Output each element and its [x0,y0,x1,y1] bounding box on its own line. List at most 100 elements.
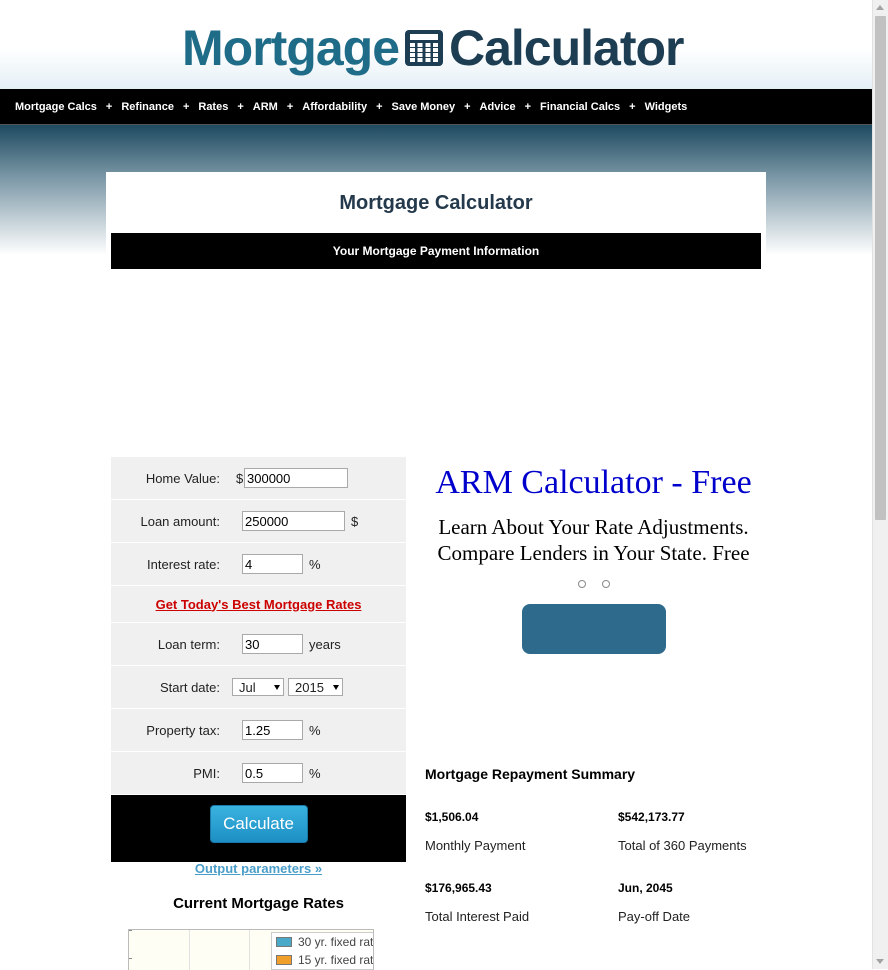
nav-item-affordability[interactable]: Affordability [302,101,367,113]
nav-separator: + [629,100,636,113]
best-rates-row: Get Today's Best Mortgage Rates [111,586,406,623]
pmi-row: PMI: % [111,752,406,795]
years-suffix: years [309,636,341,652]
property-tax-label: Property tax: [146,722,220,738]
nav-separator: + [105,100,113,113]
chart-axis-tick [129,958,132,959]
current-rates-title: Current Mortgage Rates [173,895,344,912]
nav-item-widgets[interactable]: Widgets [645,101,688,113]
chevron-down-icon [333,684,339,690]
total-payments-label: Total of 360 Payments [618,838,747,853]
summary-total-payments: $542,173.77 Total of 360 Payments [618,810,765,853]
summary-total-interest: $176,965.43 Total Interest Paid [425,881,618,924]
loan-term-row: Loan term: years [111,623,406,666]
start-date-label: Start date: [160,679,220,695]
monthly-payment-label: Monthly Payment [425,838,526,853]
pmi-input[interactable] [242,763,303,783]
payoff-date-value: Jun, 2045 [618,881,673,895]
mortgage-form: Home Value: $ Loan amount: $ Interest ra… [111,457,406,863]
nav-item-mortgage-calcs[interactable]: Mortgage Calcs [15,101,97,113]
legend-label-15yr: 15 yr. fixed rate [298,953,374,967]
rates-chart-legend: 30 yr. fixed rate 15 yr. fixed rate [271,932,374,970]
chevron-down-icon [274,684,280,690]
nav-item-arm[interactable]: ARM [253,101,278,113]
calculate-bar: Calculate [111,795,406,862]
nav-separator: + [182,100,190,113]
home-value-label: Home Value: [145,470,220,486]
carousel-dot[interactable] [577,580,586,588]
pmi-label: PMI: [193,765,220,781]
monthly-payment-value: $1,506.04 [425,810,479,824]
page-scrollbar[interactable] [872,0,888,969]
ad-button[interactable] [521,604,666,654]
nav-separator: + [524,100,532,113]
interest-rate-label: Interest rate: [147,556,220,572]
legend-label-30yr: 30 yr. fixed rate [298,935,374,949]
start-year-select[interactable]: 2015 [288,678,343,696]
nav-item-rates[interactable]: Rates [198,101,228,113]
main-nav: Mortgage Calcs + Refinance + Rates + ARM… [0,89,872,125]
output-parameters-link[interactable]: Output parameters » [111,861,406,876]
loan-term-label: Loan term: [157,636,220,652]
loan-amount-row: Loan amount: $ [111,500,406,543]
scrollbar-thumb[interactable] [875,16,886,520]
total-payments-value: $542,173.77 [618,810,685,824]
summary-payoff-date: Jun, 2045 Pay-off Date [618,881,765,924]
total-interest-label: Total Interest Paid [425,909,530,924]
summary-grid: $1,506.04 Monthly Payment $542,173.77 To… [425,810,765,924]
calculator-icon [405,30,443,66]
nav-item-financial-calcs[interactable]: Financial Calcs [540,101,620,113]
chart-axis-tick [129,930,132,931]
home-value-row: Home Value: $ [111,457,406,500]
property-tax-input[interactable] [242,720,303,740]
ad-title-link[interactable]: ARM Calculator - Free [426,462,761,504]
nav-item-save-money[interactable]: Save Money [392,101,456,113]
interest-rate-input[interactable] [242,554,303,574]
chart-gridline [189,930,190,970]
percent-suffix: % [309,765,321,781]
nav-item-refinance[interactable]: Refinance [121,101,174,113]
nav-separator: + [464,100,471,113]
loan-term-input[interactable] [242,634,303,654]
carousel-dot[interactable] [601,580,610,588]
ad-text: Learn About Your Rate Adjustments. Compa… [437,515,750,565]
legend-swatch-30yr [276,937,292,947]
loan-amount-input[interactable] [242,511,345,531]
best-rates-link[interactable]: Get Today's Best Mortgage Rates [156,597,362,612]
scroll-up-icon[interactable] [876,5,884,10]
current-rates-chart: 30 yr. fixed rate 15 yr. fixed rate [128,929,374,970]
calculator-card: Mortgage Calculator Your Mortgage Paymen… [106,172,766,970]
interest-rate-row: Interest rate: % [111,543,406,586]
page-title: Mortgage Calculator [339,192,533,214]
nav-item-advice[interactable]: Advice [480,101,516,113]
repayment-summary: Mortgage Repayment Summary $1,506.04 Mon… [425,766,765,924]
site-header: Mortgage Calculator [0,0,872,89]
arm-ad: ARM Calculator - Free Learn About Your R… [426,462,761,654]
summary-monthly-payment: $1,506.04 Monthly Payment [425,810,618,853]
payment-info-bar: Your Mortgage Payment Information [111,233,761,269]
logo-word-calculator: Calculator [449,20,685,76]
chart-gridline [249,930,250,970]
percent-suffix: % [309,722,321,738]
scroll-down-icon[interactable] [876,959,884,964]
total-interest-value: $176,965.43 [425,881,492,895]
nav-separator: + [286,100,294,113]
home-value-input[interactable] [244,468,348,488]
start-month-value: Jul [239,679,256,695]
calculate-button[interactable]: Calculate [209,805,308,843]
payoff-date-label: Pay-off Date [618,909,691,924]
loan-amount-label: Loan amount: [140,513,220,529]
site-logo[interactable]: Mortgage Calculator [182,20,685,76]
ad-carousel-dots [426,580,761,592]
start-date-row: Start date: Jul 2015 [111,666,406,709]
percent-suffix: % [309,556,321,572]
start-month-select[interactable]: Jul [232,678,284,696]
legend-item-30yr[interactable]: 30 yr. fixed rate [272,933,374,951]
start-year-value: 2015 [295,679,324,695]
property-tax-row: Property tax: % [111,709,406,752]
legend-item-15yr[interactable]: 15 yr. fixed rate [272,951,374,969]
summary-title: Mortgage Repayment Summary [425,766,636,782]
nav-separator: + [376,100,383,113]
legend-swatch-15yr [276,955,292,965]
nav-separator: + [237,100,244,113]
